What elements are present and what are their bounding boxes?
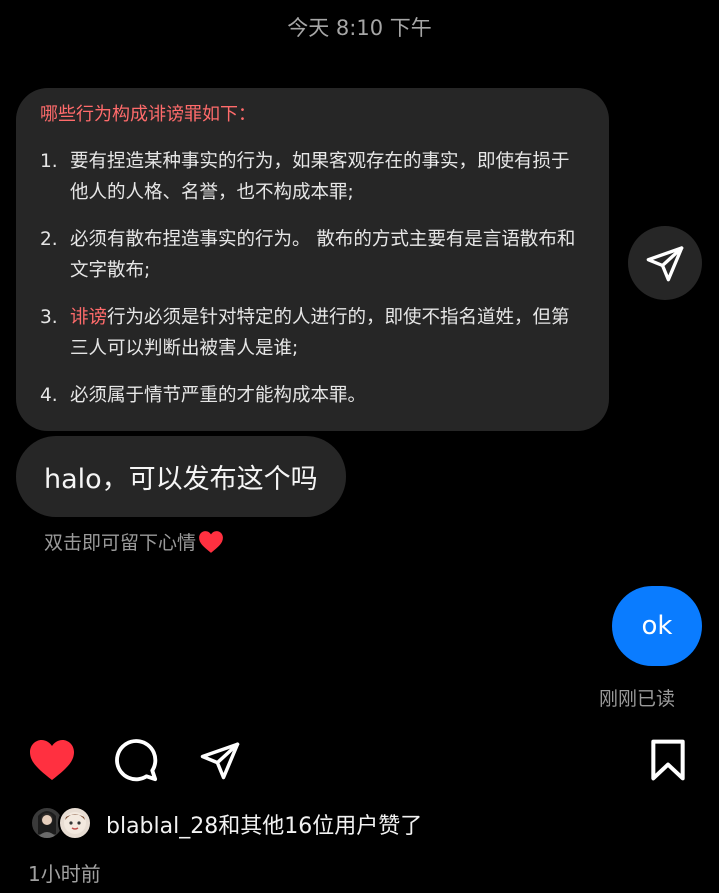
message-text: halo，可以发布这个吗 (44, 464, 318, 495)
like-button[interactable] (24, 732, 80, 788)
list-number: 1. (40, 151, 58, 172)
bookmark-icon (651, 739, 685, 781)
post-action-bar (0, 732, 719, 788)
list-text: 要有捏造某种事实的行为，如果客观存在的事实，即使有损于他人的人格、名誉，也不构成… (70, 151, 570, 203)
list-number: 2. (40, 229, 58, 250)
comment-button[interactable] (108, 732, 164, 788)
list-text-wrapper: 诽谤行为必须是针对特定的人进行的，即使不指名道姓，但第三人可以判断出被害人是谁; (70, 302, 585, 364)
likes-text: blablal_28和其他16位用户赞了 (106, 814, 423, 839)
card-title: 哪些行为构成诽谤罪如下： (40, 104, 256, 125)
send-button[interactable] (192, 732, 248, 788)
post-time: 1小时前 (28, 862, 101, 886)
list-text: 必须有散布捏造事实的行为。 散布的方式主要有是言语散布和文字散布; (70, 229, 576, 281)
paper-plane-icon (646, 246, 684, 282)
reaction-hint: 双击即可留下心情 (44, 528, 224, 555)
list-number: 4. (40, 385, 58, 406)
save-button[interactable] (640, 732, 696, 788)
shared-post-card[interactable]: 哪些行为构成诽谤罪如下： 1. 要有捏造某种事实的行为，如果客观存在的事实，即使… (16, 88, 609, 431)
heart-emoji-icon (199, 530, 223, 553)
list-number: 3. (40, 307, 58, 328)
sent-message-bubble[interactable]: ok (612, 586, 702, 666)
avatar (58, 806, 92, 840)
comment-bubble-icon (115, 739, 158, 782)
reaction-hint-text: 双击即可留下心情 (44, 532, 197, 554)
list-text: 必须属于情节严重的才能构成本罪。 (70, 385, 367, 406)
list-item: 3. 诽谤行为必须是针对特定的人进行的，即使不指名道姓，但第三人可以判断出被害人… (40, 302, 585, 364)
highlighted-term: 诽谤 (70, 307, 108, 328)
list-item: 2. 必须有散布捏造事实的行为。 散布的方式主要有是言语散布和文字散布; (40, 224, 585, 286)
likes-summary[interactable]: blablal_28和其他16位用户赞了 (30, 804, 422, 844)
list-item: 1. 要有捏造某种事实的行为，如果客观存在的事实，即使有损于他人的人格、名誉，也… (40, 146, 585, 208)
heart-icon (30, 740, 74, 780)
received-message-bubble[interactable]: halo，可以发布这个吗 (16, 436, 346, 517)
chat-timestamp: 今天 8:10 下午 (287, 16, 432, 40)
liker-avatars (30, 804, 96, 844)
message-text: ok (641, 611, 673, 641)
paper-plane-icon (200, 742, 240, 780)
share-button[interactable] (628, 226, 702, 300)
list-item: 4. 必须属于情节严重的才能构成本罪。 (40, 380, 585, 411)
card-list: 1. 要有捏造某种事实的行为，如果客观存在的事实，即使有损于他人的人格、名誉，也… (40, 146, 585, 411)
read-receipt: 刚刚已读 (598, 688, 675, 710)
list-text: 行为必须是针对特定的人进行的，即使不指名道姓，但第三人可以判断出被害人是谁; (70, 307, 570, 359)
